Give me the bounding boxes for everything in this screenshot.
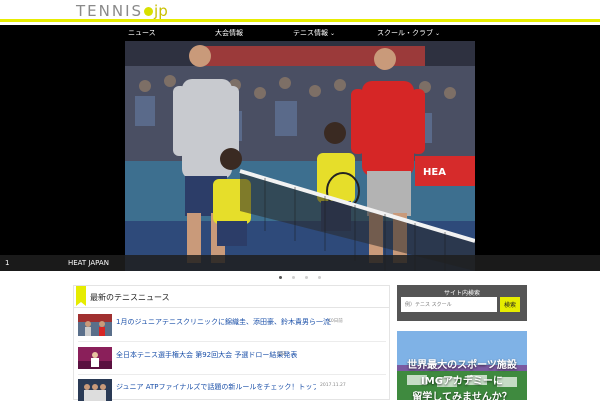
news-item-date: 6日 [278, 352, 286, 357]
search-widget-title: サイト内検索 [443, 290, 480, 297]
hero-photo[interactable]: HEA [125, 41, 475, 271]
news-header: 最新のテニスニュース [74, 286, 389, 308]
tennis-ball-icon [144, 6, 154, 16]
chevron-down-icon: ⌄ [435, 30, 441, 37]
banner-line: IMGアカデミーに [421, 376, 503, 387]
svg-text:HEA: HEA [423, 167, 446, 178]
slider-dot[interactable] [318, 276, 321, 279]
slider-dots [279, 276, 321, 279]
news-thumbnail [78, 347, 112, 369]
header: TENNIS jp [0, 0, 600, 22]
nav-item-schools[interactable]: スクール・クラブ ⌄ [377, 28, 440, 38]
nav-item-tournaments[interactable]: 大会情報 [215, 28, 243, 38]
banner-line: 世界最大のスポーツ施設 [407, 360, 517, 371]
banner-line: 留学してみませんか？ [412, 392, 512, 400]
news-item[interactable]: ジュニア ATPファイナルズで話題の新ルールをチェック！トップ選手たちのコメント… [78, 379, 386, 403]
bookmark-tag-icon [76, 286, 86, 306]
divider [78, 341, 386, 342]
slide-caption[interactable]: HEAT JAPAN [68, 259, 109, 267]
news-thumbnail [78, 379, 112, 401]
hero-photo-image: HEA [125, 41, 475, 271]
logo-suffix: jp [154, 2, 168, 20]
site-logo[interactable]: TENNIS jp [76, 2, 168, 20]
site-search-widget: サイト内検索 検索 [397, 285, 527, 321]
nav-label: 大会情報 [215, 29, 243, 37]
img-academy-banner[interactable]: 世界最大のスポーツ施設 IMGアカデミーに 留学してみませんか？ [397, 331, 527, 400]
news-section: 最新のテニスニュース 1月のジュニアテニスクリニックに錦織圭、添田豪、鈴木貴男ら… [73, 285, 390, 403]
nav-item-tennis-info[interactable]: テニス情報 ⌄ [293, 28, 335, 38]
news-item-date: 2017.11.27 [320, 383, 346, 388]
news-item-title[interactable]: ジュニア ATPファイナルズで話題の新ルールをチェック！トップ選手たちのコメント [116, 382, 316, 392]
news-item[interactable]: 1月のジュニアテニスクリニックに錦織圭、添田豪、鈴木貴男ら一流選手がコーチとして… [78, 314, 386, 342]
nav-label: スクール・クラブ [377, 29, 433, 37]
nav-item-news[interactable]: ニュース [128, 28, 156, 38]
search-button[interactable]: 検索 [500, 297, 520, 312]
nav-label: ニュース [128, 29, 156, 37]
main-nav: ニュース 大会情報 テニス情報 ⌄ スクール・クラブ ⌄ [0, 25, 600, 41]
news-item[interactable]: 全日本テニス選手権大会 第92回大会 予選ドロー結果発表 6日 [78, 347, 386, 375]
slide-index: 1 [5, 259, 10, 267]
hero-slider[interactable]: HEA 1 HEAT JAPAN [0, 41, 600, 271]
news-thumbnail [78, 314, 112, 336]
logo-text: TENNIS [76, 2, 144, 20]
slider-dot[interactable] [305, 276, 308, 279]
news-title: 最新のテニスニュース [90, 293, 170, 302]
news-item-title[interactable]: 全日本テニス選手権大会 第92回大会 予選ドロー結果発表 [116, 350, 297, 360]
slider-dot[interactable] [292, 276, 295, 279]
divider [78, 374, 386, 375]
news-item-title[interactable]: 1月のジュニアテニスクリニックに錦織圭、添田豪、鈴木貴男ら一流選手がコーチとして… [116, 317, 331, 327]
nav-label: テニス情報 [293, 29, 328, 37]
slider-dot[interactable] [279, 276, 282, 279]
chevron-down-icon: ⌄ [330, 30, 336, 37]
slider-caption-bar: 1 HEAT JAPAN [0, 255, 600, 271]
news-item-date: 10日前 [328, 319, 343, 324]
search-input[interactable] [401, 297, 497, 312]
